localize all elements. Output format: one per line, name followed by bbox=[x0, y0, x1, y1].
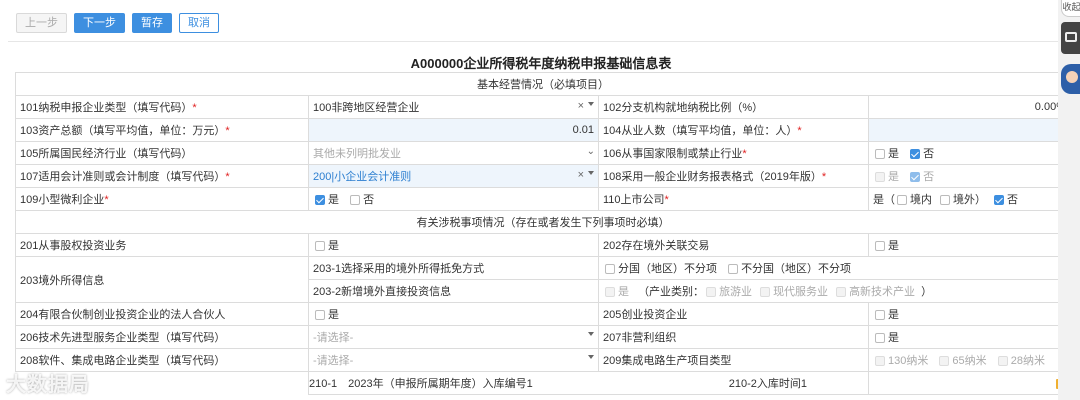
row-205-label: 205创业投资企业 bbox=[598, 302, 869, 326]
row-105-label: 105所属国民经济行业（填写代码） bbox=[15, 141, 309, 165]
checkbox-disabled-icon bbox=[875, 356, 885, 367]
row-107-select[interactable]: 200|小企业会计准则 × bbox=[308, 164, 599, 188]
checkbox-disabled-icon bbox=[997, 356, 1008, 367]
basic-info-table: 基本经营情况（必填项目） 101纳税申报企业类型（填写代码）* 100非跨地区经… bbox=[15, 72, 1071, 395]
cancel-button[interactable]: 取消 bbox=[179, 13, 219, 33]
row-206-select[interactable]: -请选择- bbox=[308, 325, 599, 349]
row-204-options: 是 bbox=[308, 302, 599, 326]
row-210-2-date[interactable] bbox=[868, 371, 1071, 395]
checkbox-disabled-icon bbox=[939, 356, 950, 367]
row-104-label: 104从业人数（填写平均值，单位：人）* bbox=[598, 118, 869, 142]
assistant-avatar[interactable] bbox=[1061, 64, 1080, 94]
row-209-label: 209集成电路生产项目类型 bbox=[598, 348, 869, 372]
checkbox-icon[interactable] bbox=[940, 195, 950, 206]
next-button[interactable]: 下一步 bbox=[74, 13, 125, 33]
checkbox-icon[interactable] bbox=[315, 310, 325, 321]
toolbar: 上一步 下一步 暂存 取消 bbox=[16, 13, 219, 33]
row-108-label: 108采用一般企业财务报表格式（2019年版）* bbox=[598, 164, 869, 188]
row-203-2-label: 203-2新增境外直接投资信息 bbox=[308, 279, 599, 303]
checkbox-disabled-icon bbox=[605, 287, 615, 298]
row-109-options: 是 否 bbox=[308, 187, 599, 211]
page-title: A000000企业所得税年度纳税申报基础信息表 bbox=[410, 56, 672, 71]
window-icon bbox=[1065, 32, 1077, 42]
row-101-select[interactable]: 100非跨地区经营企业 × bbox=[308, 95, 599, 119]
row-110-label: 110上市公司* bbox=[598, 187, 869, 211]
row-210-1-label: 210-1 2023年（申报所属期年度）入库编号1 210-2入库时间1 bbox=[308, 371, 869, 395]
checkbox-icon[interactable] bbox=[875, 310, 885, 321]
clear-icon[interactable]: × bbox=[578, 169, 584, 181]
row-203-label: 203境外所得信息 bbox=[15, 256, 309, 303]
row-102-value: 0.00% bbox=[868, 95, 1071, 119]
avatar-face-icon bbox=[1066, 71, 1078, 83]
chevron-down-icon[interactable]: ⌄ bbox=[587, 146, 595, 157]
row-202-label: 202存在境外关联交易 bbox=[598, 233, 869, 257]
row-201-label: 201从事股权投资业务 bbox=[15, 233, 309, 257]
row-101-label: 101纳税申报企业类型（填写代码）* bbox=[15, 95, 309, 119]
clear-icon[interactable]: × bbox=[578, 100, 584, 112]
caret-down-icon[interactable] bbox=[588, 332, 594, 336]
row-207-options: 是 bbox=[868, 325, 1071, 349]
checkbox-icon[interactable] bbox=[605, 264, 615, 275]
row-204-label: 204有限合伙制创业投资企业的法人合伙人 bbox=[15, 302, 309, 326]
checkbox-disabled-icon bbox=[875, 172, 885, 183]
sidebar-tool-button[interactable] bbox=[1061, 22, 1080, 54]
checkbox-icon[interactable] bbox=[728, 264, 739, 275]
checkbox-checked-icon[interactable] bbox=[315, 195, 325, 206]
caret-down-icon[interactable] bbox=[588, 102, 594, 106]
row-109-label: 109小型微利企业* bbox=[15, 187, 309, 211]
toolbar-divider bbox=[8, 41, 1058, 42]
caret-down-icon[interactable] bbox=[588, 171, 594, 175]
checkbox-icon[interactable] bbox=[875, 149, 885, 160]
row-203-1-label: 203-1选择采用的境外所得抵免方式 bbox=[308, 256, 599, 280]
caret-down-icon[interactable] bbox=[588, 355, 594, 359]
row-206-label: 206技术先进型服务企业类型（填写代码） bbox=[15, 325, 309, 349]
row-103-input[interactable]: 0.01 bbox=[308, 118, 599, 142]
checkbox-disabled-icon bbox=[836, 287, 847, 298]
section-tax-header: 有关涉税事项情况（存在或者发生下列事项时必填） bbox=[15, 210, 1071, 234]
row-210-2-label: 210-2入库时间1 bbox=[728, 378, 807, 390]
checkbox-checked-disabled-icon bbox=[910, 172, 921, 183]
checkbox-icon[interactable] bbox=[875, 333, 885, 344]
checkbox-checked-icon[interactable] bbox=[994, 195, 1004, 206]
row-110-options: 是（ 境内 境外）否 bbox=[868, 187, 1071, 211]
row-202-options: 是 bbox=[868, 233, 1071, 257]
checkbox-icon[interactable] bbox=[315, 241, 325, 252]
row-106-options: 是 否 bbox=[868, 141, 1071, 165]
checkbox-checked-icon[interactable] bbox=[910, 149, 921, 160]
row-203-1-options: 分国（地区）不分项 不分国（地区）不分项 bbox=[598, 256, 1071, 280]
prev-button[interactable]: 上一步 bbox=[16, 13, 67, 33]
section-basic-header: 基本经营情况（必填项目） bbox=[15, 72, 1071, 96]
row-107-label: 107适用会计准则或会计制度（填写代码）* bbox=[15, 164, 309, 188]
row-205-options: 是 bbox=[868, 302, 1071, 326]
row-104-input[interactable]: 1 bbox=[868, 118, 1071, 142]
row-105-select[interactable]: 其他未列明批发业 ⌄ bbox=[308, 141, 599, 165]
checkbox-disabled-icon bbox=[706, 287, 717, 298]
row-108-options: 是 否 bbox=[868, 164, 1071, 188]
right-sidebar bbox=[1058, 0, 1080, 400]
row-207-label: 207非营利组织 bbox=[598, 325, 869, 349]
row-106-label: 106从事国家限制或禁止行业* bbox=[598, 141, 869, 165]
checkbox-disabled-icon bbox=[760, 287, 771, 298]
row-208-select[interactable]: -请选择- bbox=[308, 348, 599, 372]
row-201-options: 是 bbox=[308, 233, 599, 257]
row-102-label: 102分支机构就地纳税比例（%） bbox=[598, 95, 869, 119]
form-page: 上一步 下一步 暂存 取消 A000000企业所得税年度纳税申报基础信息表 基本… bbox=[0, 0, 1071, 400]
row-203-2-options: 是 （产业类别： 旅游业 现代服务业 高新技术产业） bbox=[598, 279, 1071, 303]
checkbox-icon[interactable] bbox=[875, 241, 885, 252]
watermark: 大数据局 bbox=[6, 374, 90, 396]
row-209-options: 130纳米 65纳米 28纳米 bbox=[868, 348, 1071, 372]
checkbox-icon[interactable] bbox=[897, 195, 907, 206]
collapse-button[interactable]: 收起 bbox=[1061, 0, 1080, 17]
row-103-label: 103资产总额（填写平均值，单位：万元）* bbox=[15, 118, 309, 142]
save-draft-button[interactable]: 暂存 bbox=[132, 13, 172, 33]
checkbox-icon[interactable] bbox=[350, 195, 361, 206]
